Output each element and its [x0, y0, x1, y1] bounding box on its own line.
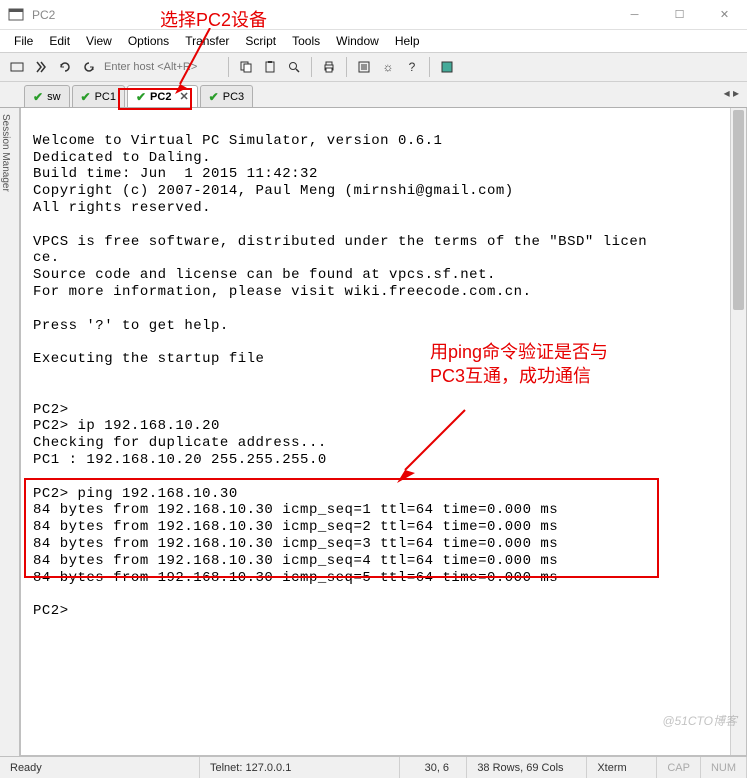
menu-options[interactable]: Options: [120, 32, 177, 50]
session-icon[interactable]: [436, 56, 458, 78]
tab-label: PC3: [223, 91, 244, 103]
find-icon[interactable]: [283, 56, 305, 78]
copy-icon[interactable]: [235, 56, 257, 78]
window-titlebar: PC2 ─ ☐ ✕: [0, 0, 747, 30]
tab-pc2[interactable]: ✔ PC2 ✕: [127, 85, 198, 107]
properties-icon[interactable]: [353, 56, 375, 78]
tab-close-icon[interactable]: ✕: [179, 90, 188, 103]
status-num: NUM: [701, 757, 747, 778]
status-connection: Telnet: 127.0.0.1: [200, 757, 400, 778]
app-icon: [8, 7, 24, 23]
paste-icon[interactable]: [259, 56, 281, 78]
connect-icon[interactable]: [6, 56, 28, 78]
window-controls: ─ ☐ ✕: [612, 0, 747, 30]
session-tabs: ✔ sw ✔ PC1 ✔ PC2 ✕ ✔ PC3 ◂ ▸: [0, 82, 747, 108]
main-body: Session Manager Welcome to Virtual PC Si…: [0, 108, 747, 756]
tab-label: sw: [47, 91, 60, 103]
menu-view[interactable]: View: [78, 32, 120, 50]
status-term: Xterm: [587, 757, 657, 778]
reconnect-icon[interactable]: [54, 56, 76, 78]
terminal-output[interactable]: Welcome to Virtual PC Simulator, version…: [21, 108, 746, 755]
host-input[interactable]: [102, 59, 222, 75]
close-button[interactable]: ✕: [702, 0, 747, 30]
help-icon[interactable]: ?: [401, 56, 423, 78]
scrollbar[interactable]: [730, 108, 746, 755]
toolbar-separator: [228, 57, 229, 77]
check-icon: ✔: [136, 90, 146, 104]
check-icon: ✔: [33, 90, 43, 104]
tab-sw[interactable]: ✔ sw: [24, 85, 70, 107]
statusbar: Ready Telnet: 127.0.0.1 30, 6 38 Rows, 6…: [0, 756, 747, 778]
menu-script[interactable]: Script: [237, 32, 284, 50]
terminal-container: Welcome to Virtual PC Simulator, version…: [20, 108, 747, 756]
tab-label: PC1: [95, 91, 116, 103]
tab-pc3[interactable]: ✔ PC3: [200, 85, 253, 107]
status-position: 30, 6: [407, 757, 467, 778]
tab-label: PC2: [150, 91, 171, 103]
check-icon: ✔: [81, 90, 91, 104]
toolbar-separator: [311, 57, 312, 77]
status-dimensions: 38 Rows, 69 Cols: [467, 757, 587, 778]
menu-file[interactable]: File: [6, 32, 41, 50]
check-icon: ✔: [209, 90, 219, 104]
status-ready: Ready: [0, 757, 200, 778]
maximize-button[interactable]: ☐: [657, 0, 702, 30]
minimize-button[interactable]: ─: [612, 0, 657, 30]
toolbar-separator: [346, 57, 347, 77]
options-icon[interactable]: ☼: [377, 56, 399, 78]
menu-edit[interactable]: Edit: [41, 32, 78, 50]
toolbar-separator: [429, 57, 430, 77]
tab-pc1[interactable]: ✔ PC1: [72, 85, 125, 107]
menu-help[interactable]: Help: [387, 32, 428, 50]
watermark: @51CTO博客: [662, 712, 737, 729]
scroll-thumb[interactable]: [733, 110, 744, 310]
tabs-menu-icon[interactable]: ◂ ▸: [724, 86, 739, 100]
status-caps: CAP: [657, 757, 701, 778]
toolbar: ☼ ?: [0, 52, 747, 82]
disconnect-icon[interactable]: [78, 56, 100, 78]
print-icon[interactable]: [318, 56, 340, 78]
quick-connect-icon[interactable]: [30, 56, 52, 78]
menu-transfer[interactable]: Transfer: [177, 32, 237, 50]
session-manager-tab[interactable]: Session Manager: [0, 108, 20, 756]
window-title: PC2: [32, 8, 612, 22]
menu-window[interactable]: Window: [328, 32, 387, 50]
menu-tools[interactable]: Tools: [284, 32, 328, 50]
menubar: File Edit View Options Transfer Script T…: [0, 30, 747, 52]
